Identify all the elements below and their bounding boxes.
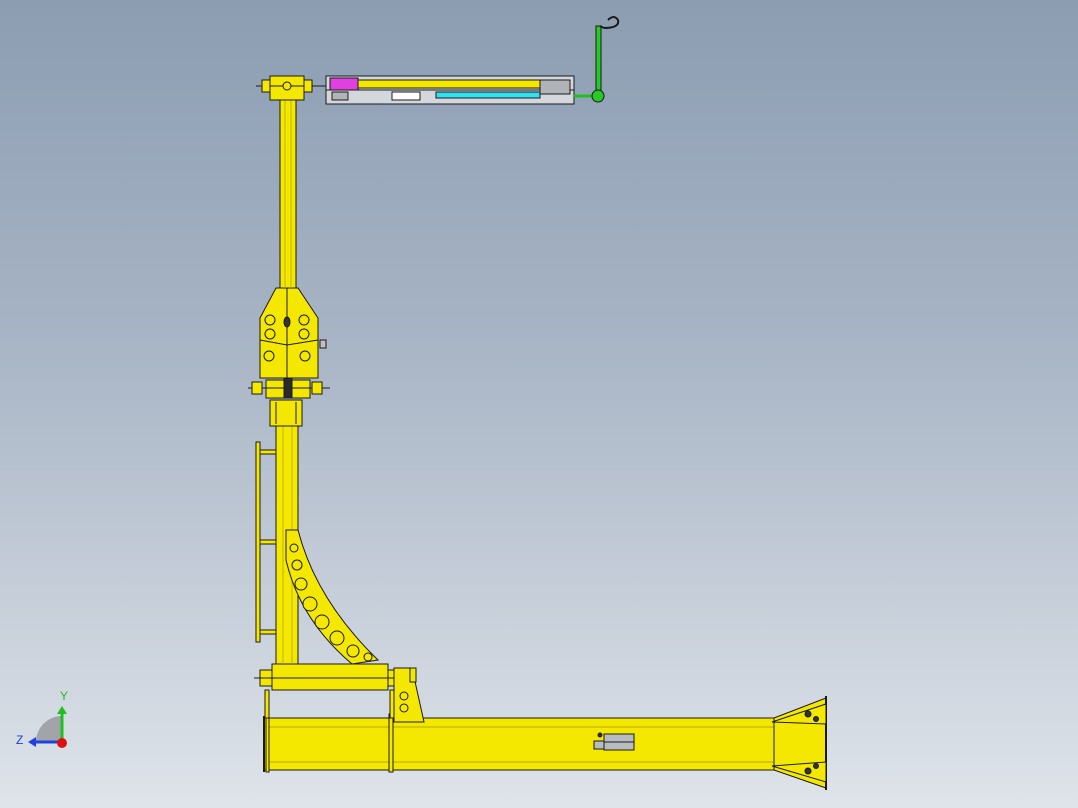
hook-assembly[interactable] bbox=[591, 16, 620, 103]
base-pipe[interactable] bbox=[263, 696, 827, 790]
graphics-viewport[interactable]: Y Z bbox=[0, 0, 1078, 808]
upper-mast[interactable] bbox=[279, 97, 297, 289]
coordinate-triad: Y Z bbox=[16, 689, 68, 748]
y-axis-label: Y bbox=[60, 689, 68, 703]
lower-mast[interactable] bbox=[275, 417, 380, 665]
middle-joint[interactable] bbox=[248, 377, 330, 427]
z-axis-label: Z bbox=[16, 733, 23, 747]
jib-hoist[interactable] bbox=[325, 75, 598, 105]
base-swivel[interactable] bbox=[254, 663, 425, 723]
upper-bracket[interactable] bbox=[259, 287, 327, 379]
ladder[interactable] bbox=[255, 441, 277, 643]
crane-model[interactable]: Y Z bbox=[0, 0, 1078, 808]
triad-plane-icon bbox=[36, 716, 62, 742]
x-axis-icon bbox=[57, 738, 67, 748]
pipe-fitting bbox=[593, 732, 635, 751]
top-joint[interactable] bbox=[256, 75, 326, 101]
